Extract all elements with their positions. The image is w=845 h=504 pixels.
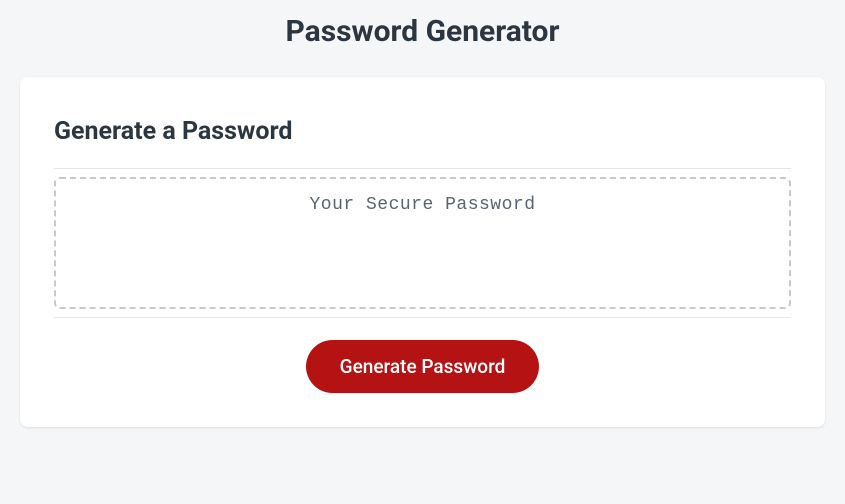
page-title: Password Generator [0, 0, 845, 77]
output-section: Your Secure Password [54, 168, 791, 318]
generator-card: Generate a Password Your Secure Password… [20, 77, 825, 427]
password-output: Your Secure Password [54, 177, 791, 309]
button-row: Generate Password [54, 340, 791, 393]
generate-button[interactable]: Generate Password [306, 340, 540, 393]
card-heading: Generate a Password [54, 117, 791, 146]
